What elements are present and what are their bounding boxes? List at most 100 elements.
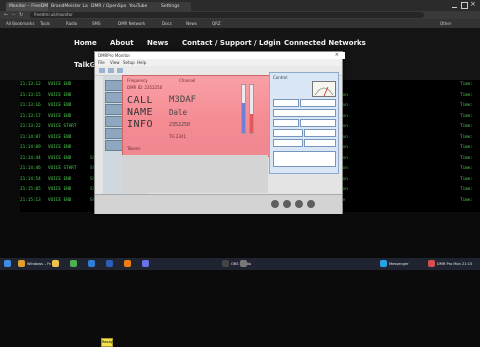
side-button[interactable] bbox=[105, 104, 123, 115]
nav-connected-networks[interactable]: Connected Networks bbox=[284, 39, 366, 47]
toolbar-open-icon[interactable] bbox=[99, 68, 105, 73]
browser-tab[interactable]: YouTube bbox=[126, 2, 159, 11]
control-field[interactable] bbox=[304, 129, 336, 137]
log-cell-tail: Time: bbox=[460, 113, 473, 119]
dmr-monitor-window[interactable]: DMRPro Monitor × File View Setup Help Fr… bbox=[94, 51, 345, 347]
stop-icon[interactable] bbox=[295, 200, 303, 208]
taskbar-app-icon[interactable] bbox=[18, 260, 25, 267]
name-value: Dale bbox=[169, 108, 188, 117]
back-icon[interactable]: ← bbox=[4, 12, 8, 18]
log-cell-time: 21:14:46 bbox=[20, 166, 41, 171]
taskbar-app-icon[interactable] bbox=[88, 260, 95, 267]
log-cell-time: 21:14:09 bbox=[20, 145, 41, 150]
menu-item[interactable]: File bbox=[98, 59, 105, 66]
bookmark-item[interactable]: DMR Network bbox=[118, 20, 158, 27]
url-field[interactable]: freedmr.uk/monitor bbox=[30, 12, 424, 18]
control-field[interactable] bbox=[273, 129, 303, 137]
record-icon[interactable] bbox=[271, 200, 279, 208]
taskbar-app-icon[interactable] bbox=[124, 260, 131, 267]
status-ready-button[interactable]: Ready bbox=[101, 338, 113, 347]
log-cell-type: VOICE END bbox=[48, 134, 72, 140]
taskbar-app-label[interactable]: Windows – FreeDMR bbox=[27, 258, 51, 270]
taskbar-app-icon[interactable] bbox=[428, 260, 435, 267]
card-footer: Tokens bbox=[127, 146, 141, 151]
caller-card: Frequency Channel DMR ID: 2352250 CALL M… bbox=[122, 75, 270, 157]
menu-item[interactable]: View bbox=[110, 59, 120, 66]
reload-icon[interactable]: ↻ bbox=[19, 12, 23, 18]
log-cell-tail: Time: bbox=[460, 197, 473, 203]
taskbar-app-label[interactable]: DMR Pro Monitor bbox=[437, 258, 461, 270]
chevron-down-icon[interactable]: ▾ bbox=[266, 39, 269, 45]
browser-tab[interactable]: Settings bbox=[158, 2, 191, 11]
taskbar-clock: 21:15 bbox=[462, 262, 473, 266]
log-cell-type: VOICE END bbox=[48, 155, 72, 161]
log-cell-time: 21:15:05 bbox=[20, 187, 41, 192]
call-label: CALL bbox=[127, 95, 154, 106]
window-close-icon[interactable]: × bbox=[335, 52, 339, 59]
browser-tab[interactable]: DMR / OpenSpot bbox=[88, 2, 127, 11]
start-icon[interactable] bbox=[4, 260, 11, 267]
taskbar-app-label[interactable]: Messenger bbox=[389, 258, 409, 270]
control-list[interactable] bbox=[273, 151, 336, 167]
close-icon[interactable]: × bbox=[470, 0, 476, 8]
side-button[interactable] bbox=[105, 80, 123, 91]
maximize-icon[interactable] bbox=[461, 2, 468, 9]
control-panel: Control bbox=[269, 72, 339, 174]
log-cell-tail: Time: bbox=[460, 166, 473, 171]
bookmark-item[interactable]: QRZ bbox=[212, 20, 232, 27]
control-select[interactable] bbox=[300, 119, 336, 127]
taskbar: Windows – FreeDMROBS StudioMessengerDMR … bbox=[0, 258, 480, 270]
name-label: NAME bbox=[127, 107, 154, 118]
minimize-icon[interactable] bbox=[452, 2, 457, 8]
bookmark-item[interactable]: Radio bbox=[66, 20, 88, 27]
browser-tab[interactable]: BrandMeister Last Heard bbox=[48, 2, 89, 11]
control-field[interactable] bbox=[304, 139, 336, 147]
bookmark-item[interactable]: Tools bbox=[40, 20, 62, 27]
bookmark-item[interactable]: All Bookmarks bbox=[6, 20, 36, 27]
menu-item[interactable]: Setup bbox=[123, 59, 135, 66]
bookmark-item[interactable]: Docs bbox=[162, 20, 182, 27]
taskbar-app-icon[interactable] bbox=[142, 260, 149, 267]
side-button[interactable] bbox=[105, 92, 123, 103]
nav-news[interactable]: News bbox=[147, 39, 168, 47]
log-cell-type: VOICE START bbox=[48, 124, 77, 129]
log-cell-type: VOICE END bbox=[48, 197, 72, 203]
taskbar-app-icon[interactable] bbox=[52, 260, 59, 267]
nav-about[interactable]: About bbox=[110, 39, 134, 47]
log-cell-type: VOICE END bbox=[48, 82, 72, 87]
taskbar-app-icon[interactable] bbox=[380, 260, 387, 267]
card-frequency-label: Frequency bbox=[127, 78, 148, 83]
card-dmr-id: DMR ID: 2352250 bbox=[127, 85, 163, 90]
control-slider[interactable] bbox=[273, 109, 336, 117]
call-value: M3DAF bbox=[169, 95, 197, 105]
taskbar-app-icon[interactable] bbox=[222, 260, 229, 267]
taskbar-app-icon[interactable] bbox=[106, 260, 113, 267]
side-button[interactable] bbox=[105, 140, 123, 151]
play-icon[interactable] bbox=[283, 200, 291, 208]
side-button[interactable] bbox=[105, 128, 123, 139]
control-select[interactable] bbox=[300, 99, 336, 107]
toolbar-save-icon[interactable] bbox=[108, 68, 114, 73]
toolbar-settings-icon[interactable] bbox=[117, 68, 123, 73]
control-field[interactable] bbox=[273, 139, 303, 147]
bookmark-item[interactable]: Other bbox=[440, 20, 470, 27]
mute-icon[interactable] bbox=[307, 200, 315, 208]
level-meter bbox=[241, 84, 246, 134]
log-cell-time: 21:13:22 bbox=[20, 124, 41, 129]
menu-item[interactable]: Help bbox=[137, 59, 146, 66]
taskbar-app-icon[interactable] bbox=[240, 260, 247, 267]
side-button[interactable] bbox=[105, 116, 123, 127]
nav-home[interactable]: Home bbox=[74, 39, 97, 47]
bookmark-item[interactable]: SMS bbox=[92, 20, 114, 27]
bookmark-item[interactable]: News bbox=[186, 20, 208, 27]
log-cell-time: 21:13:15 bbox=[20, 92, 41, 98]
forward-icon[interactable]: → bbox=[11, 12, 15, 18]
browser-tab-active[interactable]: Monitor – FreeDMR bbox=[6, 2, 49, 11]
window-menu: File View Setup Help bbox=[95, 59, 342, 66]
log-cell-time: 21:14:54 bbox=[20, 176, 41, 182]
control-select[interactable] bbox=[273, 99, 299, 107]
log-cell-time: 21:13:17 bbox=[20, 113, 41, 119]
log-cell-tail: Time: bbox=[460, 124, 473, 129]
control-select[interactable] bbox=[273, 119, 299, 127]
taskbar-app-icon[interactable] bbox=[70, 260, 77, 267]
